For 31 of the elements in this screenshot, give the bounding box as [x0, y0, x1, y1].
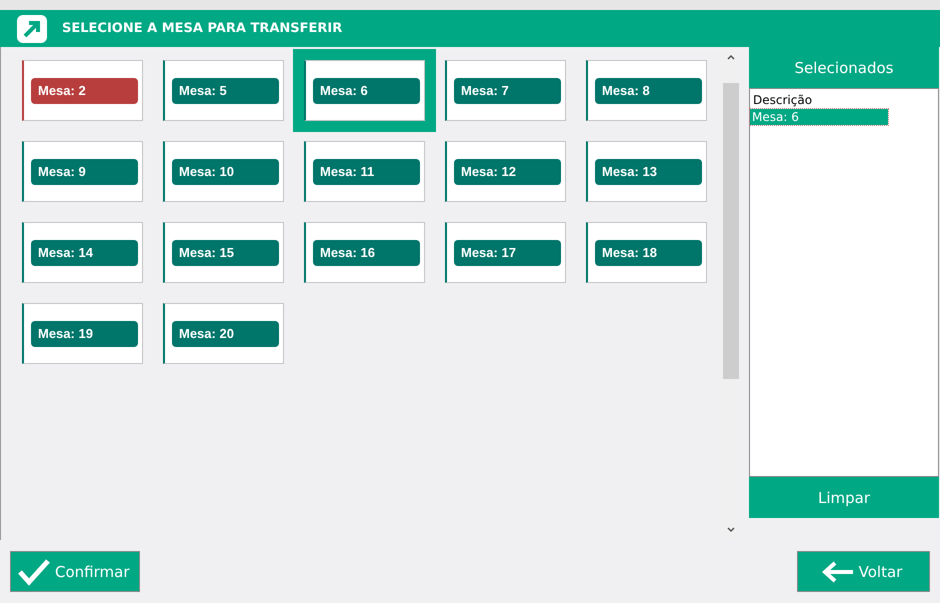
- table-label: Mesa: 10: [172, 158, 279, 184]
- table-label: Mesa: 16: [313, 240, 420, 266]
- back-button[interactable]: Voltar: [797, 551, 930, 592]
- table-label: Mesa: 17: [454, 240, 561, 266]
- clear-button[interactable]: Limpar: [749, 477, 939, 518]
- table-card[interactable]: Mesa: 6: [293, 49, 436, 132]
- arrow-logo-icon: [16, 14, 48, 44]
- scroll-thumb[interactable]: [723, 83, 739, 379]
- table-label: Mesa: 19: [31, 320, 138, 346]
- table-label: Mesa: 11: [313, 158, 420, 184]
- table-label: Mesa: 8: [595, 78, 702, 104]
- table-label: Mesa: 5: [172, 78, 279, 104]
- window-title: SELECIONE A MESA PARA TRANSFERIR: [62, 21, 342, 36]
- table-label: Mesa: 13: [595, 158, 702, 184]
- table-label: Mesa: 7: [454, 78, 561, 104]
- table-label: Mesa: 9: [31, 158, 138, 184]
- table-label: Mesa: 14: [31, 240, 138, 266]
- scroll-up-icon[interactable]: [726, 53, 736, 61]
- checkmark-icon: [17, 556, 51, 586]
- column-header: Descrição: [752, 92, 814, 109]
- table-label: Mesa: 20: [172, 320, 279, 346]
- list-item[interactable]: Mesa: 6: [750, 109, 888, 125]
- panel-title: Selecionados: [749, 47, 939, 88]
- table-label: Mesa: 15: [172, 240, 279, 266]
- table-label: Mesa: 6: [313, 78, 420, 104]
- table-label: Mesa: 12: [454, 158, 561, 184]
- left-arrow-icon: [820, 560, 855, 584]
- confirm-button[interactable]: Confirmar: [10, 551, 140, 592]
- table-label: Mesa: 18: [595, 240, 702, 266]
- scroll-down-icon[interactable]: [726, 526, 736, 534]
- table-label: Mesa: 2: [31, 78, 138, 104]
